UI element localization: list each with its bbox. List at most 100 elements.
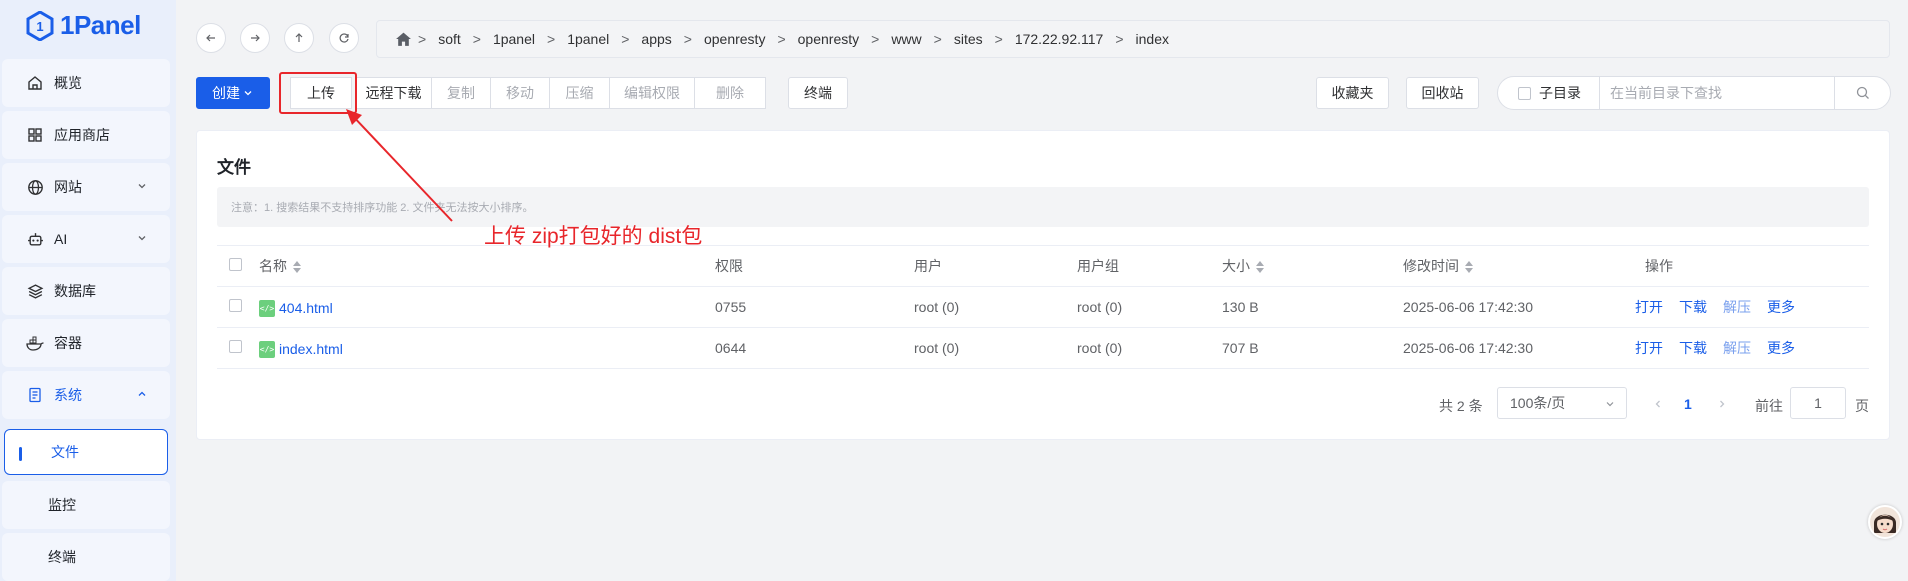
sort-icon[interactable]	[1465, 261, 1473, 274]
table-header-row: 名称 权限 用户 用户组 大小 修改时间 操作	[217, 245, 1869, 287]
header-label: 用户	[914, 258, 942, 274]
breadcrumb-item[interactable]: index	[1136, 31, 1169, 47]
arrow-left-icon	[206, 34, 215, 42]
breadcrumb-item[interactable]: openresty	[704, 31, 765, 47]
extract-button[interactable]: 解压	[1723, 340, 1751, 356]
sidebar-item-database[interactable]: 数据库	[2, 267, 170, 315]
edit-permission-button[interactable]: 编辑权限	[609, 77, 695, 109]
delete-button[interactable]: 删除	[694, 77, 766, 109]
col-mtime-header[interactable]: 修改时间	[1403, 245, 1635, 287]
breadcrumb-item[interactable]: www	[891, 31, 921, 47]
select-all-checkbox[interactable]	[229, 258, 242, 271]
sidebar-item-ai[interactable]: AI	[2, 215, 170, 263]
permission-cell[interactable]: 0644	[715, 327, 914, 369]
terminal-button[interactable]: 终端	[788, 77, 848, 109]
breadcrumb-item[interactable]: 1panel	[493, 31, 535, 47]
assistant-avatar[interactable]	[1868, 505, 1902, 539]
open-button[interactable]: 打开	[1635, 299, 1663, 315]
app-logo[interactable]: 1 1Panel	[26, 10, 141, 41]
home-icon[interactable]	[395, 31, 412, 47]
forward-button[interactable]	[240, 23, 270, 53]
subdir-checkbox[interactable]: 子目录	[1498, 77, 1600, 109]
back-button[interactable]	[196, 23, 226, 53]
sidebar-item-app-store[interactable]: 应用商店	[2, 111, 170, 159]
move-button[interactable]: 移动	[490, 77, 550, 109]
sidebar-item-system[interactable]: 系统	[2, 371, 170, 419]
compress-label: 压缩	[565, 85, 594, 101]
avatar-face-icon	[1874, 514, 1896, 533]
breadcrumb-separator: >	[683, 31, 692, 47]
annotation-text: 上传 zip打包好的 dist包	[484, 225, 703, 248]
up-directory-button[interactable]	[284, 23, 314, 53]
checkbox[interactable]	[1518, 86, 1531, 100]
subdir-label: 子目录	[1539, 85, 1581, 101]
page-size-value: 100条/页	[1510, 395, 1566, 411]
breadcrumb-separator: >	[621, 31, 630, 47]
select-all-cell	[217, 245, 259, 287]
row-checkbox[interactable]	[229, 299, 242, 312]
breadcrumb-item[interactable]: 1panel	[567, 31, 609, 47]
breadcrumb-separator: >	[994, 31, 1003, 47]
download-button[interactable]: 下载	[1679, 340, 1707, 356]
col-size-header[interactable]: 大小	[1222, 245, 1403, 287]
prev-page-icon[interactable]	[1652, 398, 1664, 410]
sidebar-item-label: 终端	[48, 549, 76, 565]
chevron-up-icon	[138, 391, 146, 396]
more-button[interactable]: 更多	[1767, 340, 1795, 356]
next-page-icon[interactable]	[1716, 398, 1728, 410]
card-title: 文件	[217, 158, 251, 177]
size-cell: 130 B	[1222, 286, 1403, 328]
sidebar-item-overview[interactable]: 概览	[2, 59, 170, 107]
breadcrumb-item[interactable]: openresty	[798, 31, 859, 47]
sort-icon[interactable]	[1256, 261, 1264, 274]
col-name-header[interactable]: 名称	[259, 245, 715, 287]
user-cell[interactable]: root (0)	[914, 327, 1077, 369]
search-button[interactable]	[1834, 77, 1890, 109]
permission-cell[interactable]: 0755	[715, 286, 914, 328]
breadcrumb-item[interactable]: soft	[438, 31, 461, 47]
compress-button[interactable]: 压缩	[549, 77, 610, 109]
chevron-down-icon	[138, 236, 146, 241]
open-button[interactable]: 打开	[1635, 340, 1663, 356]
name-cell: </> 404.html	[259, 286, 715, 328]
user-cell[interactable]: root (0)	[914, 286, 1077, 328]
header-label: 权限	[715, 258, 743, 274]
breadcrumb-separator: >	[871, 31, 880, 47]
row-checkbox[interactable]	[229, 340, 242, 353]
sidebar-item-container[interactable]: 容器	[2, 319, 170, 367]
file-link[interactable]: </> index.html	[259, 340, 343, 358]
file-name: 404.html	[279, 300, 333, 316]
group-cell[interactable]: root (0)	[1077, 327, 1222, 369]
refresh-button[interactable]	[329, 23, 359, 53]
svg-text:1: 1	[36, 19, 43, 34]
col-ops-header: 操作	[1635, 245, 1869, 287]
page-size-select[interactable]: 100条/页	[1497, 387, 1627, 419]
recycle-bin-button[interactable]: 回收站	[1406, 77, 1479, 109]
header-label: 名称	[259, 258, 287, 274]
favorites-button[interactable]: 收藏夹	[1316, 77, 1389, 109]
docker-whale-icon	[26, 334, 44, 352]
search-input[interactable]	[1600, 77, 1834, 109]
goto-page-input[interactable]	[1790, 387, 1846, 419]
sidebar-item-files[interactable]: 文件	[4, 429, 168, 475]
page-number-current[interactable]: 1	[1684, 396, 1692, 412]
sort-icon[interactable]	[293, 261, 301, 274]
globe-icon	[26, 178, 44, 196]
robot-icon	[26, 230, 44, 248]
create-button[interactable]: 创建	[196, 77, 270, 109]
breadcrumb-item[interactable]: sites	[954, 31, 983, 47]
extract-button[interactable]: 解压	[1723, 299, 1751, 315]
ops-cell: 打开 下载 解压 更多	[1635, 327, 1869, 369]
page-suffix: 页	[1855, 398, 1869, 414]
download-button[interactable]: 下载	[1679, 299, 1707, 315]
create-label: 创建	[212, 85, 240, 101]
breadcrumb-item[interactable]: 172.22.92.117	[1015, 31, 1104, 47]
sidebar-item-website[interactable]: 网站	[2, 163, 170, 211]
group-cell[interactable]: root (0)	[1077, 286, 1222, 328]
more-button[interactable]: 更多	[1767, 299, 1795, 315]
breadcrumb-item[interactable]: apps	[641, 31, 671, 47]
sidebar-item-monitor[interactable]: 监控	[2, 481, 170, 529]
file-link[interactable]: </> 404.html	[259, 299, 333, 317]
sidebar-item-terminal[interactable]: 终端	[2, 533, 170, 581]
sidebar-item-label: 数据库	[54, 283, 96, 299]
